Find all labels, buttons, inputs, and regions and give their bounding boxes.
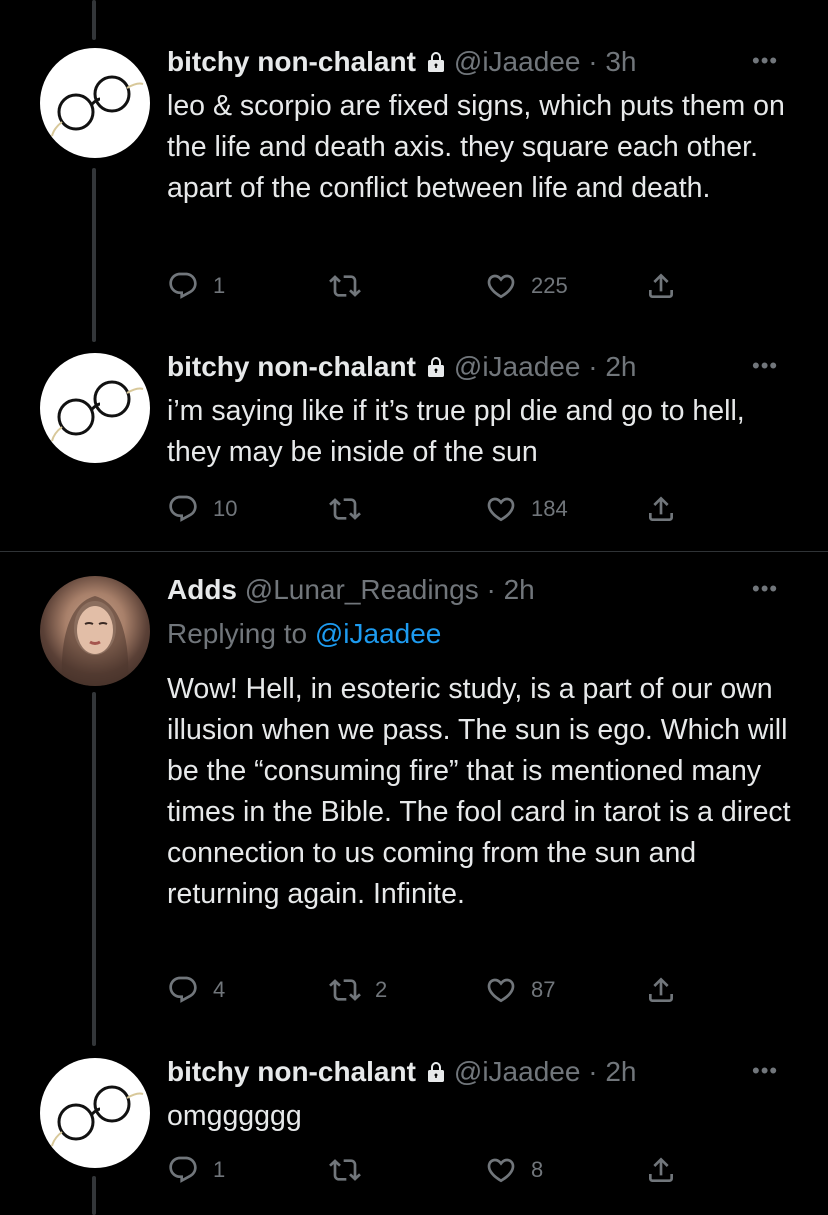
- reply-button[interactable]: 10: [167, 491, 237, 527]
- tweet-actions: 1 8: [167, 1152, 687, 1188]
- like-button[interactable]: 8: [485, 1152, 543, 1188]
- like-button[interactable]: 184: [485, 491, 568, 527]
- user-photo-avatar-image: [61, 596, 129, 686]
- avatar[interactable]: [40, 576, 150, 686]
- timestamp[interactable]: 2h: [605, 1056, 636, 1087]
- retweet-icon: [329, 493, 361, 525]
- tweet-header: bitchy non-chalant @iJaadee · 2h: [167, 1054, 636, 1090]
- avatar[interactable]: [40, 1058, 150, 1168]
- like-count: 87: [531, 977, 556, 1002]
- tweet-actions: 1 225: [167, 268, 687, 304]
- share-icon: [645, 1154, 677, 1186]
- glasses-avatar-image: [40, 1058, 150, 1168]
- tweet-text: Wow! Hell, in esoteric study, is a part …: [167, 673, 791, 910]
- separator: ·: [588, 46, 598, 77]
- display-name[interactable]: bitchy non-chalant: [167, 1056, 416, 1087]
- retweet-button[interactable]: [329, 491, 375, 527]
- reply-count: 10: [213, 496, 238, 521]
- tweet-text: omgggggg: [167, 1100, 302, 1132]
- separator: ·: [588, 351, 598, 382]
- tweet-text: leo & scorpio are fixed signs, which put…: [167, 90, 785, 204]
- replying-to: Replying to @iJaadee: [167, 618, 441, 650]
- reply-icon: [167, 974, 199, 1006]
- retweet-button[interactable]: [329, 268, 375, 304]
- more-icon[interactable]: •••: [752, 351, 778, 381]
- share-button[interactable]: [645, 972, 677, 1008]
- share-icon: [645, 493, 677, 525]
- separator: ·: [486, 574, 496, 605]
- timestamp[interactable]: 2h: [605, 351, 636, 382]
- tweet-1[interactable]: bitchy non-chalant @iJaadee · 3h ••• leo …: [0, 0, 828, 340]
- lock-icon: [424, 355, 448, 379]
- heart-icon: [485, 974, 517, 1006]
- more-icon[interactable]: •••: [752, 1056, 778, 1086]
- reply-button[interactable]: 4: [167, 972, 225, 1008]
- reply-icon: [167, 270, 199, 302]
- tweet-4[interactable]: bitchy non-chalant @iJaadee · 2h ••• omgg…: [0, 1042, 828, 1215]
- tweet-actions: 4 2 87: [167, 972, 687, 1008]
- share-icon: [645, 974, 677, 1006]
- like-count: 184: [531, 496, 568, 521]
- retweet-count: 2: [375, 977, 388, 1002]
- user-handle[interactable]: @iJaadee: [454, 1056, 581, 1087]
- glasses-avatar-image: [40, 353, 150, 463]
- retweet-icon: [329, 270, 361, 302]
- retweet-button[interactable]: [329, 1152, 375, 1188]
- replying-to-mention[interactable]: @iJaadee: [315, 618, 442, 649]
- heart-icon: [485, 270, 517, 302]
- reply-button[interactable]: 1: [167, 1152, 225, 1188]
- reply-icon: [167, 1154, 199, 1186]
- share-icon: [645, 270, 677, 302]
- heart-icon: [485, 1154, 517, 1186]
- reply-button[interactable]: 1: [167, 268, 225, 304]
- tweet-header: bitchy non-chalant @iJaadee · 2h: [167, 349, 636, 385]
- reply-count: 4: [213, 977, 226, 1002]
- retweet-button[interactable]: 2: [329, 972, 387, 1008]
- more-icon[interactable]: •••: [752, 46, 778, 76]
- share-button[interactable]: [645, 1152, 677, 1188]
- display-name[interactable]: bitchy non-chalant: [167, 46, 416, 77]
- timestamp[interactable]: 3h: [605, 46, 636, 77]
- lock-icon: [424, 50, 448, 74]
- avatar[interactable]: [40, 48, 150, 158]
- lock-icon: [424, 1060, 448, 1084]
- share-button[interactable]: [645, 268, 677, 304]
- tweet-actions: 10 184: [167, 491, 687, 527]
- retweet-icon: [329, 974, 361, 1006]
- like-count: 225: [531, 273, 568, 298]
- tweet-header: Adds @Lunar_Readings · 2h: [167, 572, 535, 608]
- share-button[interactable]: [645, 491, 677, 527]
- like-button[interactable]: 225: [485, 268, 568, 304]
- tweet-header: bitchy non-chalant @iJaadee · 3h: [167, 44, 636, 80]
- tweet-2[interactable]: bitchy non-chalant @iJaadee · 2h ••• i’m …: [0, 340, 828, 550]
- user-handle[interactable]: @iJaadee: [454, 46, 581, 77]
- separator: ·: [588, 1056, 598, 1087]
- like-button[interactable]: 87: [485, 972, 555, 1008]
- heart-icon: [485, 493, 517, 525]
- retweet-icon: [329, 1154, 361, 1186]
- avatar[interactable]: [40, 353, 150, 463]
- display-name[interactable]: Adds: [167, 574, 237, 605]
- tweet-3[interactable]: Adds @Lunar_Readings · 2h ••• Replying t…: [0, 552, 828, 1042]
- glasses-avatar-image: [40, 48, 150, 158]
- reply-count: 1: [213, 273, 226, 298]
- like-count: 8: [531, 1157, 544, 1182]
- reply-icon: [167, 493, 199, 525]
- replying-to-label: Replying to: [167, 618, 308, 649]
- display-name[interactable]: bitchy non-chalant: [167, 351, 416, 382]
- tweet-text: i’m saying like if it’s true ppl die and…: [167, 395, 745, 468]
- timestamp[interactable]: 2h: [504, 574, 535, 605]
- user-handle[interactable]: @Lunar_Readings: [245, 574, 479, 605]
- more-icon[interactable]: •••: [752, 574, 778, 604]
- user-handle[interactable]: @iJaadee: [454, 351, 581, 382]
- reply-count: 1: [213, 1157, 226, 1182]
